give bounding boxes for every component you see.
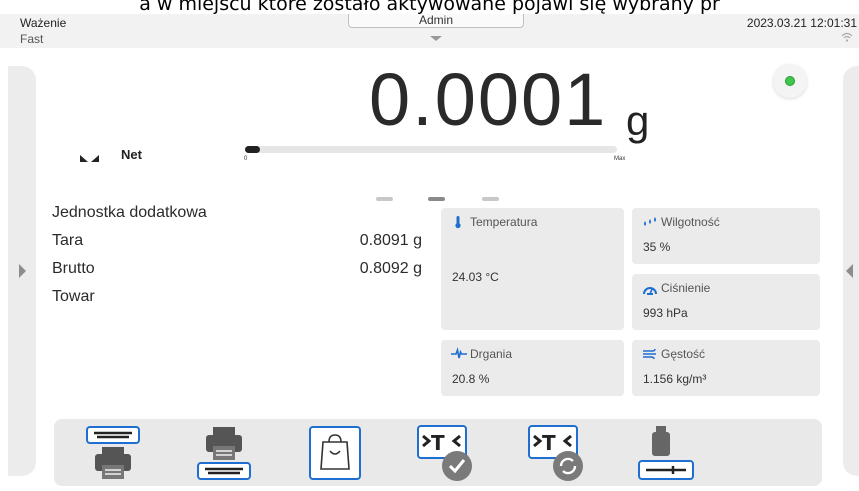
page-indicator [376, 197, 500, 203]
page-dot-1[interactable] [376, 197, 393, 201]
status-bar: Ważenie Fast Admin 2023.03.21 12:01:31 [0, 14, 859, 48]
pressure-value: 993 hPa [643, 306, 688, 320]
pressure-tile[interactable]: Ciśnienie 993 hPa [632, 274, 820, 330]
working-mode-title[interactable]: Ważenie [20, 16, 66, 30]
stability-indicator [773, 64, 807, 98]
product-bag-icon [309, 426, 361, 480]
info-row[interactable]: Brutto 0.8092 g [52, 260, 422, 288]
svg-text:T: T [542, 431, 556, 455]
quick-access-toolbar: T T [54, 419, 822, 486]
info-value: 0.8092 g [359, 260, 422, 277]
net-label: Net [121, 147, 142, 162]
vibration-tile[interactable]: Drgania 20.8 % [441, 340, 624, 396]
pull-down-menu-handle[interactable] [430, 36, 442, 41]
right-side-menu-handle[interactable] [843, 66, 859, 476]
info-label: Tara [52, 232, 84, 249]
chevron-right-icon [19, 264, 26, 278]
page-dot-3[interactable] [482, 197, 499, 201]
humidity-tile[interactable]: Wilgotność 35 % [632, 208, 820, 264]
stable-dot-icon [785, 76, 795, 86]
adjustment-button[interactable] [636, 423, 696, 483]
droplets-icon [642, 215, 656, 229]
density-tile[interactable]: Gęstość 1.156 kg/m³ [632, 340, 820, 396]
wifi-icon [841, 32, 853, 45]
bargraph-max-label: Max [614, 156, 626, 162]
working-mode-profile[interactable]: Fast [20, 32, 43, 46]
chevron-left-icon [846, 264, 853, 278]
user-tab[interactable]: Admin [348, 14, 524, 28]
info-fields-list: Jednostka dodatkowa Tara 0.8091 g Brutto… [52, 204, 422, 316]
weight-reading: 0.0001 [369, 58, 608, 141]
humidity-value: 35 % [643, 240, 671, 254]
date-time: 2023.03.21 12:01:31 [746, 16, 857, 30]
net-mode-icon [79, 150, 105, 168]
info-label: Towar [52, 288, 95, 305]
footer-print-button[interactable] [194, 423, 254, 483]
tare-reset-icon: T [528, 425, 583, 481]
printer-header-icon [86, 426, 140, 479]
svg-text:T: T [431, 431, 445, 455]
load-bargraph-fill [245, 146, 260, 153]
header-print-button[interactable] [83, 423, 143, 483]
temperature-value: 24.03 °C [452, 270, 499, 284]
density-title: Gęstość [661, 347, 706, 361]
weight-unit[interactable]: g [626, 98, 649, 144]
info-row[interactable]: Jednostka dodatkowa [52, 204, 422, 232]
weight-adjust-icon [638, 426, 694, 480]
printer-footer-icon [197, 427, 251, 480]
vibration-icon [451, 347, 467, 361]
info-label: Brutto [52, 260, 95, 277]
tare-confirm-icon: T [417, 425, 472, 481]
humidity-title: Wilgotność [661, 215, 720, 229]
gauge-icon [642, 283, 657, 297]
info-value: 0.8091 g [359, 232, 422, 249]
page-dot-2[interactable] [428, 197, 445, 201]
info-label: Jednostka dodatkowa [52, 204, 207, 221]
tare-confirm-button[interactable]: T [415, 423, 475, 483]
load-bargraph [245, 146, 617, 153]
info-row[interactable]: Tara 0.8091 g [52, 232, 422, 260]
vibration-value: 20.8 % [452, 372, 490, 386]
thermometer-icon [451, 215, 465, 229]
info-row[interactable]: Towar [52, 288, 422, 316]
pressure-title: Ciśnienie [661, 281, 711, 295]
wind-icon [642, 347, 656, 361]
tare-reset-button[interactable]: T [526, 423, 586, 483]
temperature-tile[interactable]: Temperatura 24.03 °C [441, 208, 624, 330]
left-side-menu-handle[interactable] [8, 66, 36, 476]
vibration-title: Drgania [470, 347, 513, 361]
product-button[interactable] [305, 423, 365, 483]
density-value: 1.156 kg/m³ [643, 372, 707, 386]
bargraph-min-label: 0 [244, 156, 248, 162]
temperature-title: Temperatura [470, 215, 538, 229]
